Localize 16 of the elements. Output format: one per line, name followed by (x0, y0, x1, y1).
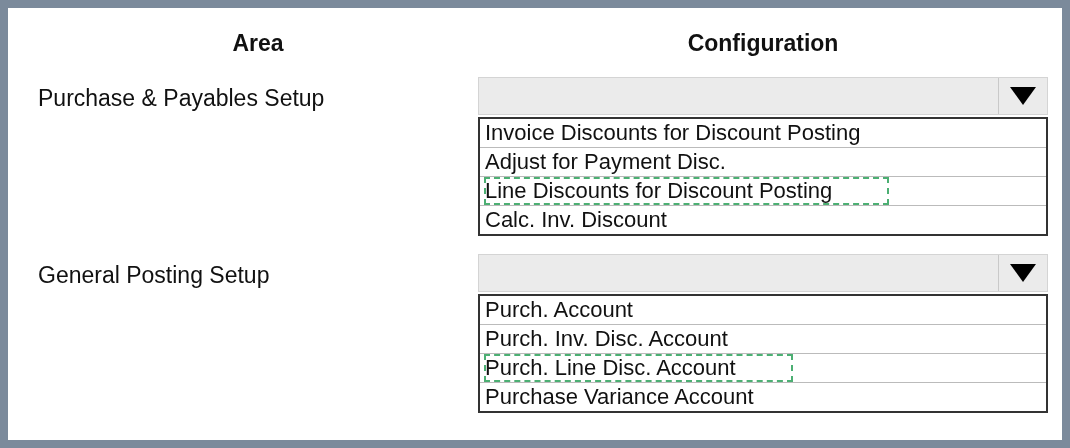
column-header: Configuration (687, 30, 839, 56)
dropdown-option[interactable]: Line Discounts for Discount Posting (485, 178, 889, 204)
column-header: Area (232, 30, 284, 56)
caret-icon (1010, 87, 1036, 105)
area-label: Purchase & Payables Setup (38, 85, 325, 111)
dropdown[interactable] (478, 77, 1048, 115)
caret-icon (1010, 264, 1036, 282)
dropdown-option[interactable]: Purch. Account (485, 297, 633, 323)
dropdown-option[interactable]: Adjust for Payment Disc. (485, 149, 726, 175)
dropdown-option[interactable]: Purchase Variance Account (485, 384, 754, 410)
dropdown-option[interactable]: Purch. Line Disc. Account (485, 355, 792, 381)
area-label: General Posting Setup (38, 262, 270, 288)
dropdown-option[interactable]: Calc. Inv. Discount (485, 207, 667, 233)
dropdown[interactable] (478, 254, 1048, 292)
dropdown-option[interactable]: Purch. Inv. Disc. Account (485, 326, 728, 352)
dropdown-option[interactable]: Invoice Discounts for Discount Posting (485, 120, 861, 146)
